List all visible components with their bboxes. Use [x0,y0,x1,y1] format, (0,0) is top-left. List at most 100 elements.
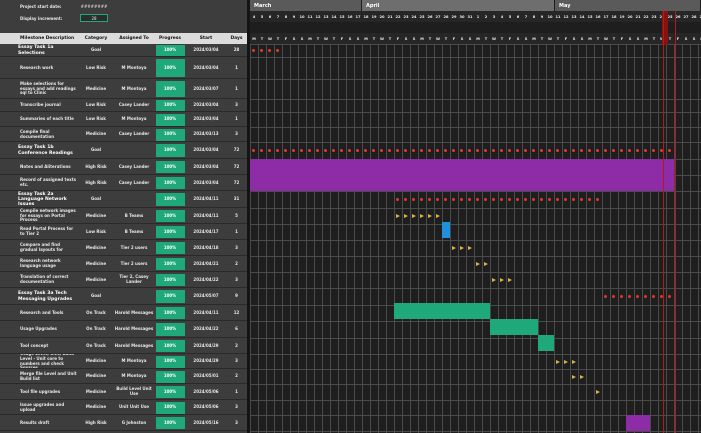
task-description[interactable]: Notes and Aliterations [0,159,78,175]
task-category[interactable]: Medicine [78,369,114,384]
task-description[interactable]: Essay Task 1b Conference Readings [0,142,78,159]
task-progress-cell[interactable]: 100% [154,240,186,256]
task-description[interactable]: Usage Upgrades [0,321,78,338]
gantt-bar-teal[interactable] [490,319,538,335]
task-category[interactable]: Medicine [78,240,114,256]
task-category[interactable]: On Track [78,321,114,338]
col-header-start[interactable]: Start [186,33,226,44]
task-category[interactable]: Low Risk [78,57,114,79]
project-start-value[interactable]: ######## [80,2,108,10]
task-start-date[interactable]: 2024/05/01 [186,369,226,384]
task-category[interactable]: Medicine [78,384,114,400]
task-start-date[interactable]: 2024/03/04 [186,57,226,79]
task-category[interactable]: Goal [78,288,114,305]
task-days[interactable]: 72 [226,175,247,191]
task-row[interactable]: Compile final documentation Medicine Casey… [0,127,247,142]
task-description[interactable]: Make selections for essays and add readi… [0,79,78,99]
task-days[interactable]: 3 [226,415,247,431]
task-days[interactable]: 3 [226,240,247,256]
task-assignee[interactable]: M Montoya [114,79,154,99]
milestone-group-row[interactable]: Essay Task 1b Conference Readings Goal 100… [0,142,247,159]
task-days[interactable]: 72 [226,159,247,175]
task-assignee[interactable]: Harold Messages [114,338,154,354]
task-days[interactable]: 3 [226,272,247,288]
task-days[interactable]: 1 [226,224,247,240]
task-progress-cell[interactable]: 100% [154,354,186,369]
task-start-date[interactable]: 2024/05/06 [186,400,226,415]
task-category[interactable]: Medicine [78,208,114,224]
task-assignee[interactable]: B Teams [114,224,154,240]
task-description[interactable]: Research work [0,57,78,79]
task-days[interactable]: 5 [226,208,247,224]
milestone-group-row[interactable]: Essay Task 2a Language Network Issues Goa… [0,191,247,208]
task-days[interactable]: 9 [226,288,247,305]
task-assignee[interactable] [114,191,154,208]
task-description[interactable]: Record of assigned texts etc. [0,175,78,191]
task-description[interactable]: Compare and find gradual layouts for [0,240,78,256]
task-progress-cell[interactable]: 100% [154,224,186,240]
task-description[interactable]: Translation of correct documentation [0,272,78,288]
task-assignee[interactable]: Casey Lander [114,159,154,175]
display-increment-input[interactable]: 28 [80,14,108,22]
task-assignee[interactable]: Tier 2, Casey Lander [114,272,154,288]
task-category[interactable]: Medicine [78,256,114,272]
task-description[interactable]: Tool concept [0,338,78,354]
task-category[interactable]: Goal [78,142,114,159]
task-days[interactable]: 6 [226,321,247,338]
task-assignee[interactable]: Build Level Unit Use [114,384,154,400]
task-row[interactable]: Notes and Aliterations High Risk Casey Lan… [0,159,247,175]
task-progress-cell[interactable]: 100% [154,272,186,288]
task-description[interactable]: Summaries of each title [0,112,78,127]
task-days[interactable]: 1 [226,79,247,99]
task-days[interactable]: 2 [226,256,247,272]
task-category[interactable]: Medicine [78,127,114,142]
task-start-date[interactable]: 2024/03/04 [186,142,226,159]
task-days[interactable]: 3 [226,354,247,369]
task-progress-cell[interactable]: 100% [154,288,186,305]
task-progress-cell[interactable]: 100% [154,369,186,384]
task-start-date[interactable]: 2024/05/16 [186,415,226,431]
task-progress-cell[interactable]: 100% [154,112,186,127]
task-description[interactable]: Essay Task 3a Tech Messaging Upgrades [0,288,78,305]
gantt-bar-teal[interactable] [538,335,554,351]
task-start-date[interactable]: 2024/04/29 [186,338,226,354]
task-category[interactable]: Low Risk [78,224,114,240]
task-assignee[interactable]: Casey Lander [114,127,154,142]
task-assignee[interactable]: Tier 2 users [114,256,154,272]
task-start-date[interactable]: 2024/03/04 [186,112,226,127]
task-assignee[interactable]: M Montoya [114,57,154,79]
task-category[interactable]: High Risk [78,159,114,175]
task-row[interactable]: Translation of correct documentation Medi… [0,272,247,288]
task-description[interactable]: Tool file upgrades [0,384,78,400]
task-start-date[interactable]: 2024/04/11 [186,191,226,208]
col-header-progress[interactable]: Progress [154,33,186,44]
task-row[interactable]: Research and Tools On Track Harold Message… [0,305,247,321]
col-header-category[interactable]: Category [78,33,114,44]
task-category[interactable]: Medicine [78,272,114,288]
gantt-bar-blue[interactable] [442,222,450,238]
task-row[interactable]: Usage Upgrades On Track Harold Messages 100… [0,321,247,338]
task-progress-cell[interactable]: 100% [154,191,186,208]
task-category[interactable]: High Risk [78,415,114,431]
task-category[interactable]: Medicine [78,354,114,369]
task-start-date[interactable]: 2024/05/06 [186,384,226,400]
task-start-date[interactable]: 2024/04/18 [186,240,226,256]
task-assignee[interactable]: Harold Messages [114,321,154,338]
task-row[interactable]: Issue upgrades and upload Medicine Unit Un… [0,400,247,415]
task-category[interactable]: Low Risk [78,112,114,127]
task-assignee[interactable]: Tier 2 users [114,240,154,256]
task-progress-cell[interactable]: 100% [154,338,186,354]
task-assignee[interactable]: G Johnston [114,415,154,431]
task-row[interactable]: Usage Level, Unit, Build Level - Unit co… [0,354,247,369]
task-assignee[interactable]: Unit Unit Use [114,400,154,415]
task-start-date[interactable]: 2024/05/07 [186,288,226,305]
task-description[interactable]: Research and Tools [0,305,78,321]
task-days[interactable]: 12 [226,305,247,321]
task-category[interactable]: Goal [78,191,114,208]
task-row[interactable]: Make selections for essays and add readi… [0,79,247,99]
task-description[interactable]: Essay Task 2a Language Network Issues [0,191,78,208]
gantt-bar-purple[interactable] [626,415,650,431]
task-description[interactable]: Compile network images for essays on Por… [0,208,78,224]
task-row[interactable]: Record of assigned texts etc. High Risk Ca… [0,175,247,191]
milestone-group-row[interactable]: Essay Task 3a Tech Messaging Upgrades Goa… [0,288,247,305]
